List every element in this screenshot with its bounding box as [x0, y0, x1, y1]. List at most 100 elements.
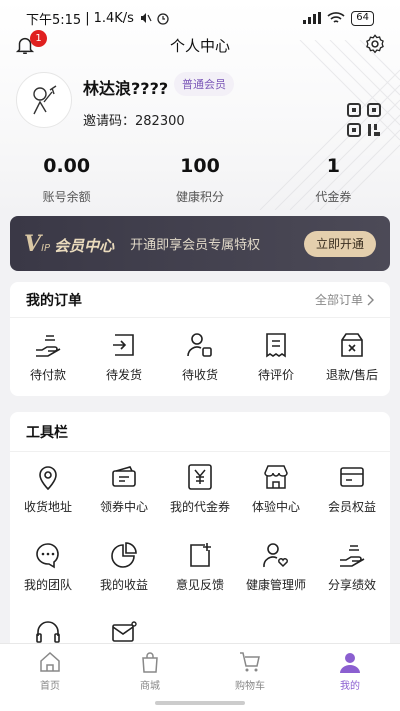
ship-icon	[113, 334, 134, 356]
user-name: 林达浪????	[83, 79, 169, 98]
tool-label: 领券中心	[99, 500, 148, 514]
tool-health-manager[interactable]: 健康管理师	[238, 540, 314, 618]
page-title: 个人中心	[169, 36, 230, 55]
avatar[interactable]	[16, 72, 72, 128]
vip-activate-button[interactable]: 立即开通	[303, 230, 376, 257]
voucher-icon	[188, 464, 212, 490]
header: 1 个人中心	[0, 30, 400, 60]
tab-cart[interactable]: 购物车	[200, 644, 300, 695]
user-icon	[340, 653, 360, 673]
order-status-row: 待付款 待发货 待收货 待评价 退款/售后	[10, 318, 390, 383]
order-label: 待付款	[29, 368, 66, 382]
order-refund[interactable]: 退款/售后	[314, 330, 390, 383]
tool-my-team[interactable]: 我的团队	[10, 540, 86, 618]
tab-mall[interactable]: 商城	[100, 644, 200, 695]
stat-value: 1	[326, 155, 340, 177]
home-indicator	[0, 695, 400, 711]
home-bar[interactable]	[155, 701, 245, 705]
tool-label: 我的收益	[99, 578, 148, 592]
tab-mine[interactable]: 我的	[300, 644, 400, 695]
order-label: 待收货	[181, 368, 218, 382]
tool-label: 分享绩效	[327, 578, 376, 592]
order-label: 退款/售后	[325, 368, 379, 382]
store-icon	[264, 465, 288, 489]
pay-icon	[36, 335, 61, 357]
tool-label: 会员权益	[327, 500, 376, 514]
tool-experience-center[interactable]: 体验中心	[238, 462, 314, 540]
stat-balance[interactable]: 0.00 账号余额	[0, 152, 133, 208]
share-icon	[340, 545, 365, 567]
tab-home[interactable]: 首页	[0, 644, 100, 695]
refund-icon	[341, 333, 363, 357]
mute-icon	[140, 13, 152, 23]
order-label: 待评价	[257, 368, 294, 382]
wifi-icon	[327, 12, 345, 23]
stat-label: 代金券	[315, 190, 352, 204]
tab-label: 我的	[340, 681, 360, 692]
bag-icon	[142, 652, 158, 673]
health-manager-icon	[263, 543, 288, 568]
tab-label: 商城	[140, 681, 160, 692]
tool-label: 意见反馈	[175, 578, 224, 592]
tool-my-earnings[interactable]: 我的收益	[86, 540, 162, 618]
all-orders-label: 全部订单	[314, 293, 363, 307]
all-orders-link[interactable]: 全部订单	[315, 291, 374, 308]
order-pending-receipt[interactable]: 待收货	[162, 330, 238, 383]
profile-section: 林达浪???? 普通会员 邀请码：282300	[14, 70, 386, 150]
tool-label: 健康管理师	[245, 578, 306, 592]
status-divider: |	[85, 10, 90, 26]
tool-feedback[interactable]: 意见反馈	[162, 540, 238, 618]
tool-shipping-address[interactable]: 收货地址	[10, 462, 86, 540]
vip-title: 会员中心	[54, 236, 115, 255]
tab-label: 首页	[40, 681, 60, 692]
tool-member-benefits[interactable]: 会员权益	[314, 462, 390, 540]
tool-label: 我的代金券	[169, 500, 230, 514]
status-time: 下午5:15	[26, 12, 82, 28]
tool-label: 我的团队	[23, 578, 72, 592]
stat-value: 0.00	[43, 155, 91, 177]
gear-icon[interactable]	[364, 33, 386, 55]
receive-icon	[187, 333, 212, 357]
order-pending-review[interactable]: 待评价	[238, 330, 314, 383]
network-speed: 1.4K/s	[93, 10, 134, 26]
chevron-right-icon	[367, 294, 374, 305]
avatar-sketch-icon	[33, 85, 57, 115]
tool-coupon-center[interactable]: 领券中心	[86, 462, 162, 540]
tab-label: 购物车	[235, 681, 265, 692]
notification-badge: 1	[30, 30, 47, 47]
stat-vouchers[interactable]: 1 代金券	[267, 152, 400, 208]
team-icon	[36, 543, 59, 569]
vip-banner[interactable]: V IP 会员中心 开通即享会员专属特权 立即开通	[10, 216, 390, 271]
stat-health-points[interactable]: 100 健康积分	[133, 152, 266, 208]
stat-value: 100	[180, 155, 220, 177]
tools-header: 工具栏	[10, 412, 390, 452]
signal-icon	[303, 12, 322, 24]
card-icon	[340, 467, 364, 487]
tool-label: 体验中心	[251, 500, 300, 514]
bottom-tab-bar: 首页 商城 购物车 我的	[0, 643, 400, 695]
review-icon	[266, 333, 286, 358]
stat-label: 健康积分	[175, 190, 224, 204]
tool-share-performance[interactable]: 分享绩效	[314, 540, 390, 618]
location-icon	[39, 466, 57, 491]
order-pending-shipment[interactable]: 待发货	[86, 330, 162, 383]
vip-description: 开通即享会员专属特权	[130, 238, 261, 253]
home-icon	[40, 651, 60, 672]
stat-label: 账号余额	[42, 190, 91, 204]
invite-code: 邀请码：282300	[83, 114, 185, 129]
orders-card: 我的订单 全部订单 待付款 待发货 待收货 待评价 退款/售后	[10, 282, 390, 396]
member-level-badge[interactable]: 普通会员	[174, 72, 234, 96]
battery-indicator: 64	[351, 10, 374, 26]
order-pending-payment[interactable]: 待付款	[10, 330, 86, 383]
tool-my-vouchers[interactable]: 我的代金券	[162, 462, 238, 540]
tools-card: 工具栏 收货地址 领券中心 我的代金券 体验中心 会员权益 我的团队 我的收益 …	[10, 412, 390, 652]
qr-code-icon[interactable]	[346, 102, 382, 138]
orders-header: 我的订单 全部订单	[10, 282, 390, 318]
vip-logo-ip: IP	[41, 242, 51, 254]
feedback-icon	[190, 543, 211, 567]
tools-title: 工具栏	[26, 424, 68, 441]
order-label: 待发货	[105, 368, 142, 382]
orders-title: 我的订单	[26, 292, 82, 309]
cart-icon	[240, 652, 260, 672]
vip-logo: V IP 会员中心	[24, 231, 114, 257]
